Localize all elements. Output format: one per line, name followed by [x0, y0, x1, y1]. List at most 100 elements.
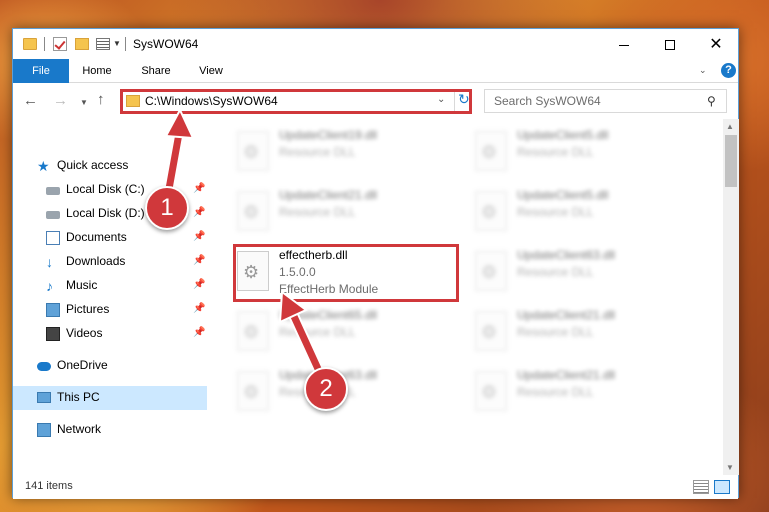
- sidebar-item-label: Videos: [66, 326, 103, 340]
- up-arrow-icon[interactable]: ↑: [97, 91, 105, 108]
- dll-file-icon: [475, 251, 507, 291]
- file-name: UpdateClient65.dll: [279, 308, 378, 322]
- file-name: UpdateClient19.dll: [279, 128, 378, 142]
- file-description: Resource DLL: [279, 205, 356, 219]
- sidebar-item-this-pc[interactable]: This PC: [13, 386, 207, 410]
- sidebar-item-downloads[interactable]: ↓ Downloads 📌: [13, 250, 207, 274]
- vertical-scrollbar[interactable]: ▲ ▼: [723, 119, 739, 475]
- sidebar-item-quick-access[interactable]: ★ Quick access: [13, 154, 207, 178]
- dll-file-icon: [475, 131, 507, 171]
- sidebar-item-label: OneDrive: [57, 358, 108, 372]
- sidebar-item-label: Local Disk (D:): [66, 206, 145, 220]
- scroll-up-icon[interactable]: ▲: [726, 122, 734, 131]
- file-item[interactable]: UpdateClient21.dll Resource DLL: [471, 303, 701, 363]
- file-item[interactable]: UpdateClient19.dll Resource DLL: [233, 123, 463, 183]
- properties-check-icon[interactable]: [53, 37, 67, 51]
- dll-file-icon: [237, 371, 269, 411]
- file-item[interactable]: UpdateClient63.dll Resource DLL: [471, 243, 701, 303]
- file-item[interactable]: UpdateClient21.dll Resource DLL: [233, 183, 463, 243]
- tab-home[interactable]: Home: [75, 59, 119, 83]
- search-icon[interactable]: ⚲: [707, 94, 716, 108]
- navigation-pane: ★ Quick access Local Disk (C:) 📌 Local D…: [13, 119, 207, 475]
- file-highlight-box: [233, 244, 459, 302]
- sidebar-item-label: Music: [66, 278, 98, 292]
- sidebar-item-music[interactable]: ♪ Music 📌: [13, 274, 207, 298]
- file-name: UpdateClient21.dll: [517, 308, 616, 322]
- new-folder-icon[interactable]: [75, 38, 89, 50]
- dll-file-icon: [475, 371, 507, 411]
- sidebar-item-label: Documents: [66, 230, 127, 244]
- sidebar-item-network[interactable]: Network: [13, 418, 207, 442]
- file-name: UpdateClient21.dll: [279, 188, 378, 202]
- sidebar-item-label: Network: [57, 422, 102, 436]
- file-description: Resource DLL: [517, 325, 594, 339]
- tab-view[interactable]: View: [191, 59, 231, 83]
- pin-icon: 📌: [193, 183, 206, 194]
- maximize-button[interactable]: [647, 29, 693, 59]
- properties-icon[interactable]: [96, 38, 110, 50]
- expand-ribbon-chevron-icon[interactable]: ⌄: [699, 65, 707, 76]
- file-name: UpdateClient5.dll: [517, 128, 609, 142]
- sidebar-item-label: Downloads: [66, 254, 126, 268]
- pin-icon: 📌: [193, 207, 206, 218]
- sidebar-item-videos[interactable]: Videos 📌: [13, 322, 207, 346]
- videos-icon: [46, 327, 60, 341]
- scroll-down-icon[interactable]: ▼: [726, 463, 734, 472]
- minimize-icon: [619, 44, 629, 46]
- computer-icon: [37, 392, 51, 403]
- file-name: UpdateClient21.dll: [517, 368, 616, 382]
- item-count: 141 items: [25, 480, 73, 492]
- file-description: Resource DLL: [279, 325, 356, 339]
- search-input[interactable]: Search SysWOW64 ⚲: [484, 89, 727, 113]
- pictures-icon: [46, 303, 60, 317]
- dll-file-icon: [237, 191, 269, 231]
- pin-icon: 📌: [193, 303, 206, 314]
- file-item[interactable]: UpdateClient21.dll Resource DLL: [471, 363, 701, 423]
- sidebar-item-pictures[interactable]: Pictures 📌: [13, 298, 207, 322]
- sidebar-item-label: Pictures: [66, 302, 110, 316]
- dll-file-icon: [237, 131, 269, 171]
- close-button[interactable]: ✕: [693, 29, 739, 59]
- file-item[interactable]: UpdateClient5.dll Resource DLL: [471, 183, 701, 243]
- back-arrow-icon[interactable]: ←: [23, 92, 38, 109]
- dll-file-icon: [475, 311, 507, 351]
- customize-quick-access-chevron-icon[interactable]: ▼: [113, 39, 121, 55]
- pin-icon: 📌: [193, 231, 206, 242]
- download-icon: ↓: [46, 254, 53, 270]
- minimize-button[interactable]: [601, 29, 647, 59]
- window-title: SysWOW64: [133, 37, 199, 51]
- recent-locations-chevron-icon[interactable]: ▼: [80, 98, 88, 107]
- tab-file[interactable]: File: [13, 59, 69, 83]
- scrollbar-thumb[interactable]: [725, 135, 737, 187]
- file-name: UpdateClient5.dll: [517, 188, 609, 202]
- details-view-icon[interactable]: [693, 480, 709, 494]
- tab-share[interactable]: Share: [134, 59, 178, 83]
- close-icon: ✕: [709, 36, 723, 53]
- pin-icon: 📌: [193, 327, 206, 338]
- file-item[interactable]: UpdateClient5.dll Resource DLL: [471, 123, 701, 183]
- large-icons-view-icon[interactable]: [714, 480, 730, 494]
- pin-icon: 📌: [193, 279, 206, 290]
- file-item[interactable]: UpdateClient63.dll Resource DLL: [233, 363, 463, 423]
- sidebar-item-label: Local Disk (C:): [66, 182, 145, 196]
- forward-arrow-icon[interactable]: →: [53, 92, 68, 109]
- file-item[interactable]: UpdateClient65.dll Resource DLL: [233, 303, 463, 363]
- file-description: Resource DLL: [279, 145, 356, 159]
- star-icon: ★: [37, 158, 50, 174]
- dll-file-icon: [475, 191, 507, 231]
- file-description: Resource DLL: [517, 265, 594, 279]
- pin-icon: 📌: [193, 255, 206, 266]
- address-row: ← → ▼ ↑ C:\Windows\SysWOW64 ⌄ ↻ Search S…: [13, 83, 738, 119]
- sidebar-item-label: Quick access: [57, 158, 129, 172]
- dll-file-icon: [237, 311, 269, 351]
- status-bar: 141 items: [13, 475, 738, 499]
- title-bar: ▼ SysWOW64 ✕: [13, 29, 738, 59]
- address-highlight-box: [120, 89, 472, 114]
- sidebar-item-documents[interactable]: Documents 📌: [13, 226, 207, 250]
- music-icon: ♪: [46, 278, 53, 294]
- document-icon: [46, 231, 60, 245]
- help-icon[interactable]: ?: [721, 63, 736, 78]
- file-description: Resource DLL: [517, 385, 594, 399]
- sidebar-item-onedrive[interactable]: OneDrive: [13, 354, 207, 378]
- disk-icon: [46, 187, 60, 195]
